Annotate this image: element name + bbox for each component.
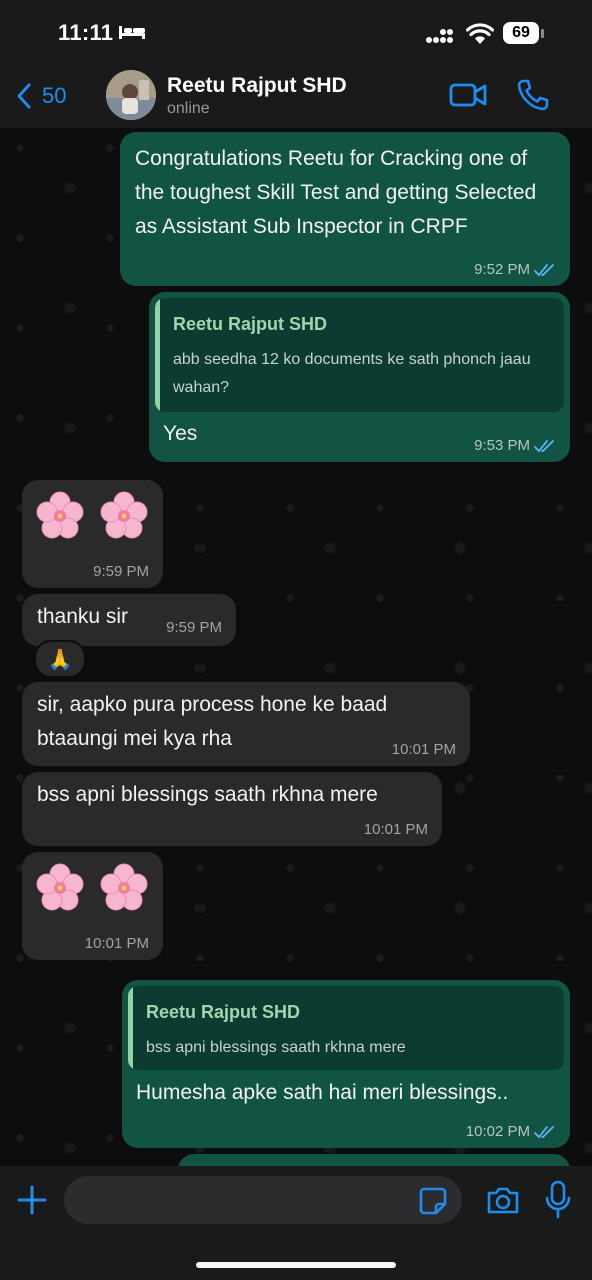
message-text: bss apni blessings saath rkhna mere <box>37 783 378 806</box>
cherry-blossom-icon <box>100 491 148 539</box>
read-receipt-icon <box>534 263 554 276</box>
message-text: Humesha apke sath hai meri blessings.. <box>136 1081 509 1104</box>
message-bubble-incoming[interactable]: sir, aapko pura process hone ke baad bta… <box>22 682 470 766</box>
message-reaction[interactable]: 🙏 <box>34 640 86 678</box>
emoji-message <box>34 490 150 542</box>
message-time: 9:59 PM <box>93 563 149 580</box>
message-text: thanku sir <box>37 605 129 628</box>
emoji-message <box>34 862 150 914</box>
message-bubble-outgoing[interactable]: Reetu Rajput SHD abb seedha 12 ko docume… <box>149 292 570 462</box>
message-time: 9:53 PM <box>474 437 530 454</box>
status-time: 11:11 <box>58 20 114 45</box>
message-bubble-incoming[interactable]: 9:59 PM <box>22 480 163 588</box>
quoted-sender: Reetu Rajput SHD <box>173 314 328 334</box>
composer-bar <box>0 1166 592 1280</box>
message-bubble-incoming[interactable]: bss apni blessings saath rkhna mere 10:0… <box>22 772 442 846</box>
camera-icon[interactable] <box>486 1184 520 1216</box>
read-receipt-icon <box>534 1125 554 1138</box>
message-meta: 9:59 PM <box>93 563 149 580</box>
sticker-icon[interactable] <box>418 1186 448 1216</box>
message-time: 9:52 PM <box>474 261 530 278</box>
message-time: 10:01 PM <box>391 741 456 758</box>
contact-name[interactable]: Reetu Rajput SHD <box>167 74 347 98</box>
cherry-blossom-icon <box>36 863 84 911</box>
video-call-icon[interactable] <box>448 80 488 110</box>
message-bubble-outgoing[interactable] <box>178 1154 570 1166</box>
cellular-signal-icon <box>426 29 453 43</box>
message-bubble-incoming[interactable]: thanku sir 9:59 PM <box>22 594 236 646</box>
message-meta: 9:53 PM <box>474 437 556 454</box>
quoted-message[interactable]: Reetu Rajput SHD abb seedha 12 ko docume… <box>155 298 564 412</box>
contact-avatar[interactable] <box>106 70 156 120</box>
message-meta: 10:01 PM <box>364 821 428 838</box>
message-bubble-incoming[interactable]: 10:01 PM <box>22 852 163 960</box>
chat-header: 50 Reetu Rajput SHD online <box>0 64 592 129</box>
message-bubble-outgoing[interactable]: Congratulations Reetu for Cracking one o… <box>120 132 570 286</box>
message-time: 10:01 PM <box>84 935 149 952</box>
battery-icon: 69 <box>503 22 547 46</box>
message-meta: 9:59 PM <box>166 619 222 636</box>
cherry-blossom-icon <box>100 863 148 911</box>
quoted-sender: Reetu Rajput SHD <box>146 1002 301 1022</box>
message-text: Congratulations Reetu for Cracking one o… <box>135 147 537 238</box>
message-time: 10:01 PM <box>363 821 428 838</box>
cherry-blossom-icon <box>36 491 84 539</box>
chat-area[interactable]: Congratulations Reetu for Cracking one o… <box>0 128 592 1166</box>
plus-icon[interactable] <box>16 1184 48 1216</box>
message-meta: 10:02 PM <box>466 1123 556 1140</box>
message-meta: 10:01 PM <box>392 741 456 758</box>
message-meta: 9:52 PM <box>474 261 556 278</box>
message-time: 10:02 PM <box>465 1123 530 1140</box>
quoted-text: abb seedha 12 ko documents ke sath phonc… <box>173 351 531 396</box>
phone-call-icon[interactable] <box>516 78 550 112</box>
message-bubble-outgoing[interactable]: Reetu Rajput SHD bss apni blessings saat… <box>122 980 570 1148</box>
contact-status: online <box>167 100 210 117</box>
status-bar: 11:11 69 <box>0 0 592 64</box>
unread-count: 50 <box>42 83 67 108</box>
message-text: Yes <box>163 422 198 445</box>
message-meta: 10:01 PM <box>85 935 149 952</box>
back-button[interactable]: 50 <box>16 78 66 114</box>
message-input[interactable] <box>64 1176 462 1224</box>
message-time: 9:59 PM <box>166 619 222 636</box>
quoted-message[interactable]: Reetu Rajput SHD bss apni blessings saat… <box>128 986 564 1070</box>
home-indicator[interactable] <box>196 1262 396 1268</box>
chevron-left-icon <box>17 83 31 109</box>
battery-level: 69 <box>503 22 539 44</box>
sleep-focus-icon <box>119 26 145 39</box>
quoted-text: bss apni blessings saath rkhna mere <box>146 1039 406 1056</box>
microphone-icon[interactable] <box>544 1180 572 1220</box>
wifi-icon <box>466 23 494 44</box>
read-receipt-icon <box>534 439 554 452</box>
message-text: sir, aapko pura process hone ke baad bta… <box>37 693 388 750</box>
